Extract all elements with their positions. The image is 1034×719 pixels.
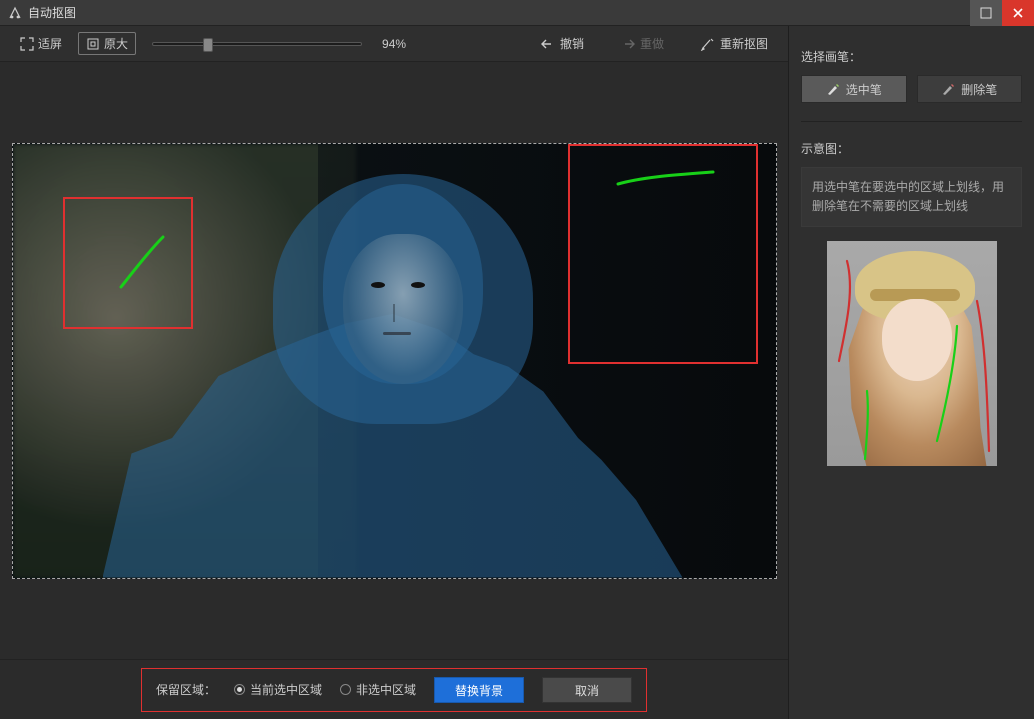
original-size-icon bbox=[86, 37, 100, 51]
keep-stroke bbox=[613, 169, 723, 199]
titlebar: 自动抠图 bbox=[0, 0, 1034, 26]
example-section-title: 示意图： bbox=[801, 140, 1022, 157]
undo-label: 撤销 bbox=[560, 35, 584, 52]
original-size-button[interactable]: 原大 bbox=[78, 32, 136, 55]
radio-current-label: 当前选中区域 bbox=[250, 681, 322, 698]
redo-label: 重做 bbox=[640, 35, 664, 52]
radio-current-selection[interactable]: 当前选中区域 bbox=[234, 681, 322, 698]
select-brush-label: 选中笔 bbox=[846, 81, 882, 98]
erase-brush-icon bbox=[941, 82, 955, 96]
radio-dot-icon bbox=[234, 684, 245, 695]
image-detail bbox=[371, 282, 385, 288]
brush-section-title: 选择画笔： bbox=[801, 48, 1022, 65]
replace-background-label: 替换背景 bbox=[455, 684, 503, 698]
zoom-slider[interactable] bbox=[152, 42, 362, 46]
divider bbox=[801, 121, 1022, 122]
image-canvas[interactable] bbox=[12, 143, 777, 579]
cancel-button[interactable]: 取消 bbox=[542, 677, 632, 703]
fit-screen-icon bbox=[20, 37, 34, 51]
redo-icon bbox=[620, 37, 636, 51]
example-strokes bbox=[827, 241, 997, 466]
fit-screen-button[interactable]: 适屏 bbox=[12, 32, 70, 55]
replace-background-button[interactable]: 替换背景 bbox=[434, 677, 524, 703]
fit-screen-label: 适屏 bbox=[38, 35, 62, 52]
window-title: 自动抠图 bbox=[28, 4, 76, 21]
minimize-button[interactable] bbox=[970, 0, 1002, 26]
erase-brush-button[interactable]: 删除笔 bbox=[917, 75, 1023, 103]
right-panel: 选择画笔： 选中笔 删除笔 示意图： 用选中笔在要选中的区域上划线，用删除笔在不… bbox=[789, 26, 1034, 719]
bottom-panel: 保留区域： 当前选中区域 非选中区域 替换背景 取消 bbox=[141, 668, 647, 712]
example-image bbox=[827, 241, 997, 466]
recut-icon bbox=[700, 37, 716, 51]
select-brush-icon bbox=[826, 82, 840, 96]
redo-button[interactable]: 重做 bbox=[612, 32, 672, 55]
recut-button[interactable]: 重新抠图 bbox=[692, 32, 776, 55]
close-button[interactable] bbox=[1002, 0, 1034, 26]
undo-button[interactable]: 撤销 bbox=[532, 32, 592, 55]
left-pane: 适屏 原大 94% 撤销 bbox=[0, 26, 789, 719]
radio-dot-icon bbox=[340, 684, 351, 695]
toolbar: 适屏 原大 94% 撤销 bbox=[0, 26, 788, 62]
canvas-area[interactable] bbox=[0, 62, 788, 659]
hint-text: 用选中笔在要选中的区域上划线，用删除笔在不需要的区域上划线 bbox=[801, 167, 1022, 227]
erase-brush-label: 删除笔 bbox=[961, 81, 997, 98]
cancel-label: 取消 bbox=[575, 684, 599, 698]
image-detail bbox=[393, 304, 395, 322]
original-size-label: 原大 bbox=[104, 35, 128, 52]
image-face bbox=[343, 234, 463, 384]
zoom-slider-thumb[interactable] bbox=[203, 38, 213, 52]
zoom-value: 94% bbox=[382, 37, 406, 51]
recut-label: 重新抠图 bbox=[720, 35, 768, 52]
window-title-group: 自动抠图 bbox=[0, 4, 76, 21]
main-area: 适屏 原大 94% 撤销 bbox=[0, 26, 1034, 719]
radio-invert-selection[interactable]: 非选中区域 bbox=[340, 681, 416, 698]
bottom-bar: 保留区域： 当前选中区域 非选中区域 替换背景 取消 bbox=[0, 659, 788, 719]
image-detail bbox=[411, 282, 425, 288]
cutout-app-icon bbox=[8, 6, 22, 20]
radio-invert-label: 非选中区域 bbox=[356, 681, 416, 698]
keep-area-label: 保留区域： bbox=[156, 681, 216, 698]
image-detail bbox=[383, 332, 411, 335]
undo-icon bbox=[540, 37, 556, 51]
select-brush-button[interactable]: 选中笔 bbox=[801, 75, 907, 103]
keep-stroke bbox=[113, 232, 183, 302]
